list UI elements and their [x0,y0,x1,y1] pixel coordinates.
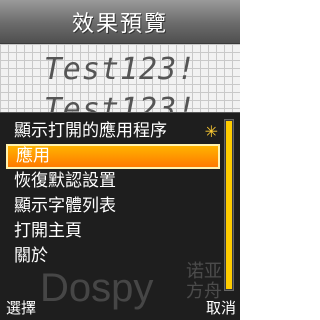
menu-item-label: 顯示打開的應用程序 [14,121,167,141]
menu-list: 顯示打開的應用程序 ✳ 應用 恢復默認設置 顯示字體列表 打開主頁 關於 [6,119,220,269]
menu-item-restore-defaults[interactable]: 恢復默認設置 [6,169,220,194]
menu-item-label: 顯示字體列表 [14,196,116,216]
title-bar: 效果預覽 [0,0,240,44]
preview-text-line-2: Test123! [43,92,197,112]
menu-item-show-running-apps[interactable]: 顯示打開的應用程序 ✳ [6,119,220,144]
font-preview-area: Test123! Test123! [0,44,240,112]
preview-text-line-1: Test123! [43,52,197,87]
page-title: 效果預覽 [71,11,168,37]
menu-item-label: 打開主頁 [14,221,82,241]
menu-item-label: 關於 [14,246,48,266]
menu-item-label: 應用 [16,146,50,166]
watermark-chinese: 诺亚方舟 [186,261,222,302]
scroll-thumb[interactable] [226,121,232,289]
select-softkey[interactable]: 選擇 [6,298,36,318]
watermark-brand: Dospy [40,266,154,310]
cancel-softkey[interactable]: 取消 [206,298,236,318]
menu-item-show-font-list[interactable]: 顯示字體列表 [6,194,220,219]
menu-item-label: 恢復默認設置 [14,171,116,191]
menu-item-apply[interactable]: 應用 [6,144,220,169]
sparkle-icon: ✳ [204,122,218,141]
menu-item-open-homepage[interactable]: 打開主頁 [6,219,220,244]
